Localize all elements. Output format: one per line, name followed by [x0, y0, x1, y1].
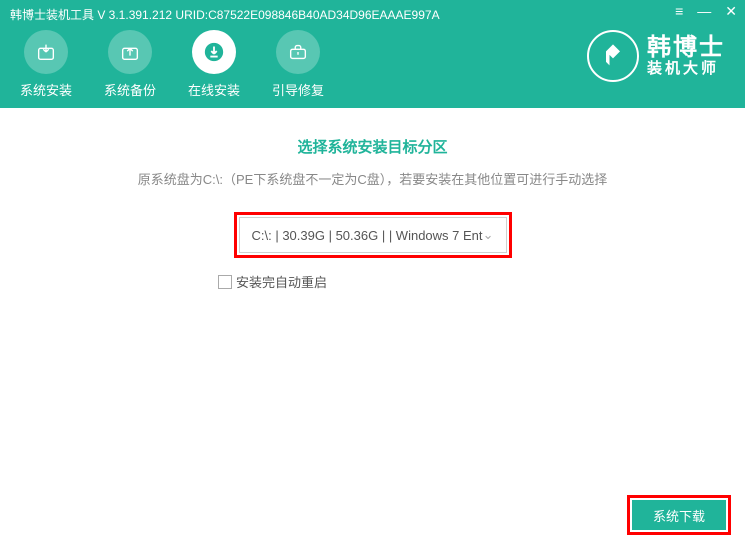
section-title: 选择系统安装目标分区 — [0, 136, 745, 157]
download-button-highlight: 系统下载 — [627, 495, 731, 535]
logo-title: 韩博士 — [647, 35, 725, 61]
nav-label: 系统安装 — [20, 80, 72, 99]
close-icon[interactable]: ✕ — [725, 4, 737, 18]
chevron-down-icon: ⌄ — [483, 227, 494, 243]
partition-dropdown[interactable]: C:\: | 30.39G | 50.36G | | Windows 7 Ent… — [239, 217, 507, 253]
box-down-icon — [24, 30, 68, 74]
nav-boot-repair[interactable]: 引导修复 — [272, 30, 324, 99]
box-up-icon — [108, 30, 152, 74]
nav-label: 在线安装 — [188, 80, 240, 99]
logo-icon — [587, 30, 639, 82]
nav-system-install[interactable]: 系统安装 — [20, 30, 72, 99]
download-circle-icon — [192, 30, 236, 74]
minimize-icon[interactable]: — — [697, 4, 711, 18]
brand-logo: 韩博士 装机大师 — [587, 30, 725, 82]
system-download-button[interactable]: 系统下载 — [632, 500, 726, 530]
nav-label: 系统备份 — [104, 80, 156, 99]
dropdown-value: C:\: | 30.39G | 50.36G | | Windows 7 Ent — [252, 228, 483, 243]
auto-restart-checkbox[interactable] — [218, 275, 232, 289]
nav-system-backup[interactable]: 系统备份 — [104, 30, 156, 99]
hint-text: 原系统盘为C:\:（PE下系统盘不一定为C盘），若要安装在其他位置可进行手动选择 — [0, 169, 745, 188]
menu-icon[interactable]: ≡ — [675, 4, 683, 18]
window-title: 韩博士装机工具 V 3.1.391.212 URID:C87522E098846… — [10, 6, 440, 23]
dropdown-highlight: C:\: | 30.39G | 50.36G | | Windows 7 Ent… — [234, 212, 512, 258]
toolbox-icon — [276, 30, 320, 74]
checkbox-label: 安装完自动重启 — [236, 272, 327, 291]
nav-label: 引导修复 — [272, 80, 324, 99]
logo-subtitle: 装机大师 — [647, 61, 725, 78]
nav-online-install[interactable]: 在线安装 — [188, 30, 240, 99]
